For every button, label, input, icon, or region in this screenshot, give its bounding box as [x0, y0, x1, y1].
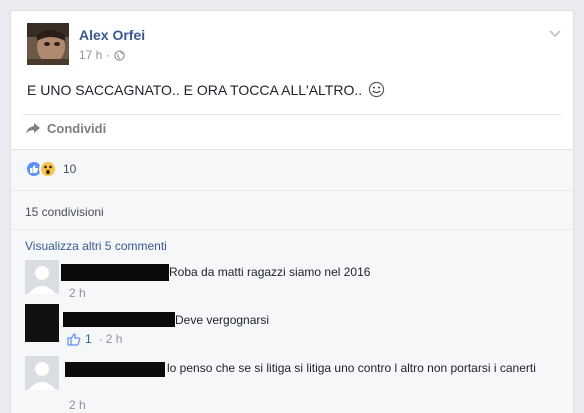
- meta-separator: ·: [98, 332, 103, 346]
- comment-item: Deve vergognarsi 1 · 2 h: [23, 304, 561, 354]
- comment-item: lo penso che se si litiga si litiga uno …: [23, 356, 561, 413]
- wow-reaction-icon: [39, 160, 57, 178]
- comment-text: Deve vergognarsi: [175, 313, 270, 327]
- meta-separator: ·: [106, 48, 111, 62]
- thumbs-up-icon: [67, 332, 81, 346]
- divider: [23, 114, 561, 115]
- share-button[interactable]: Condividi: [25, 121, 106, 136]
- comment-time[interactable]: 2 h: [106, 332, 123, 346]
- reaction-count: 10: [63, 162, 77, 176]
- post-body: E UNO SACCAGNATO.. E ORA TOCCA ALL'ALTRO…: [27, 81, 385, 98]
- comment-text: Roba da matti ragazzi siamo nel 2016: [169, 265, 371, 279]
- commenter-avatar[interactable]: [25, 260, 59, 294]
- comment-text: lo penso che se si litiga si litiga uno …: [167, 360, 539, 376]
- author-name[interactable]: Alex Orfei: [79, 27, 145, 43]
- divider: [11, 190, 573, 191]
- post-card: Alex Orfei 17 h · E UNO SACCAGNATO.. E O…: [10, 10, 574, 413]
- redacted-name: [63, 312, 175, 327]
- comment-item: Roba da matti ragazzi siamo nel 2016 2 h: [23, 260, 561, 306]
- post-time[interactable]: 17 h: [79, 48, 102, 62]
- comment-time[interactable]: 2 h: [69, 398, 86, 412]
- redacted-name: [61, 264, 169, 281]
- commenter-avatar[interactable]: [25, 356, 59, 390]
- post-meta: 17 h ·: [79, 48, 126, 62]
- chevron-down-icon[interactable]: [549, 27, 561, 39]
- share-arrow-icon: [26, 123, 40, 134]
- reactions-summary[interactable]: 10: [25, 160, 76, 178]
- comment-likes[interactable]: 1: [67, 332, 92, 346]
- divider: [11, 229, 573, 230]
- shares-count-link[interactable]: 15 condivisioni: [25, 205, 104, 219]
- comment-meta: 1 · 2 h: [67, 332, 122, 346]
- share-label: Condividi: [47, 121, 107, 136]
- commenter-avatar[interactable]: [25, 304, 59, 342]
- post-text: E UNO SACCAGNATO.. E ORA TOCCA ALL'ALTRO…: [27, 81, 363, 98]
- redacted-name: [65, 362, 165, 377]
- view-more-comments-link[interactable]: Visualizza altri 5 commenti: [25, 239, 167, 253]
- author-avatar[interactable]: [27, 23, 69, 65]
- comment-text-content: lo penso che se si litiga si litiga uno …: [167, 361, 536, 375]
- globe-icon: [114, 49, 126, 61]
- comment-like-count: 1: [85, 332, 92, 346]
- comment-time[interactable]: 2 h: [69, 286, 86, 300]
- smile-emoji-icon: [368, 81, 385, 98]
- feedback-section: 10 15 condivisioni Visualizza altri 5 co…: [11, 149, 573, 413]
